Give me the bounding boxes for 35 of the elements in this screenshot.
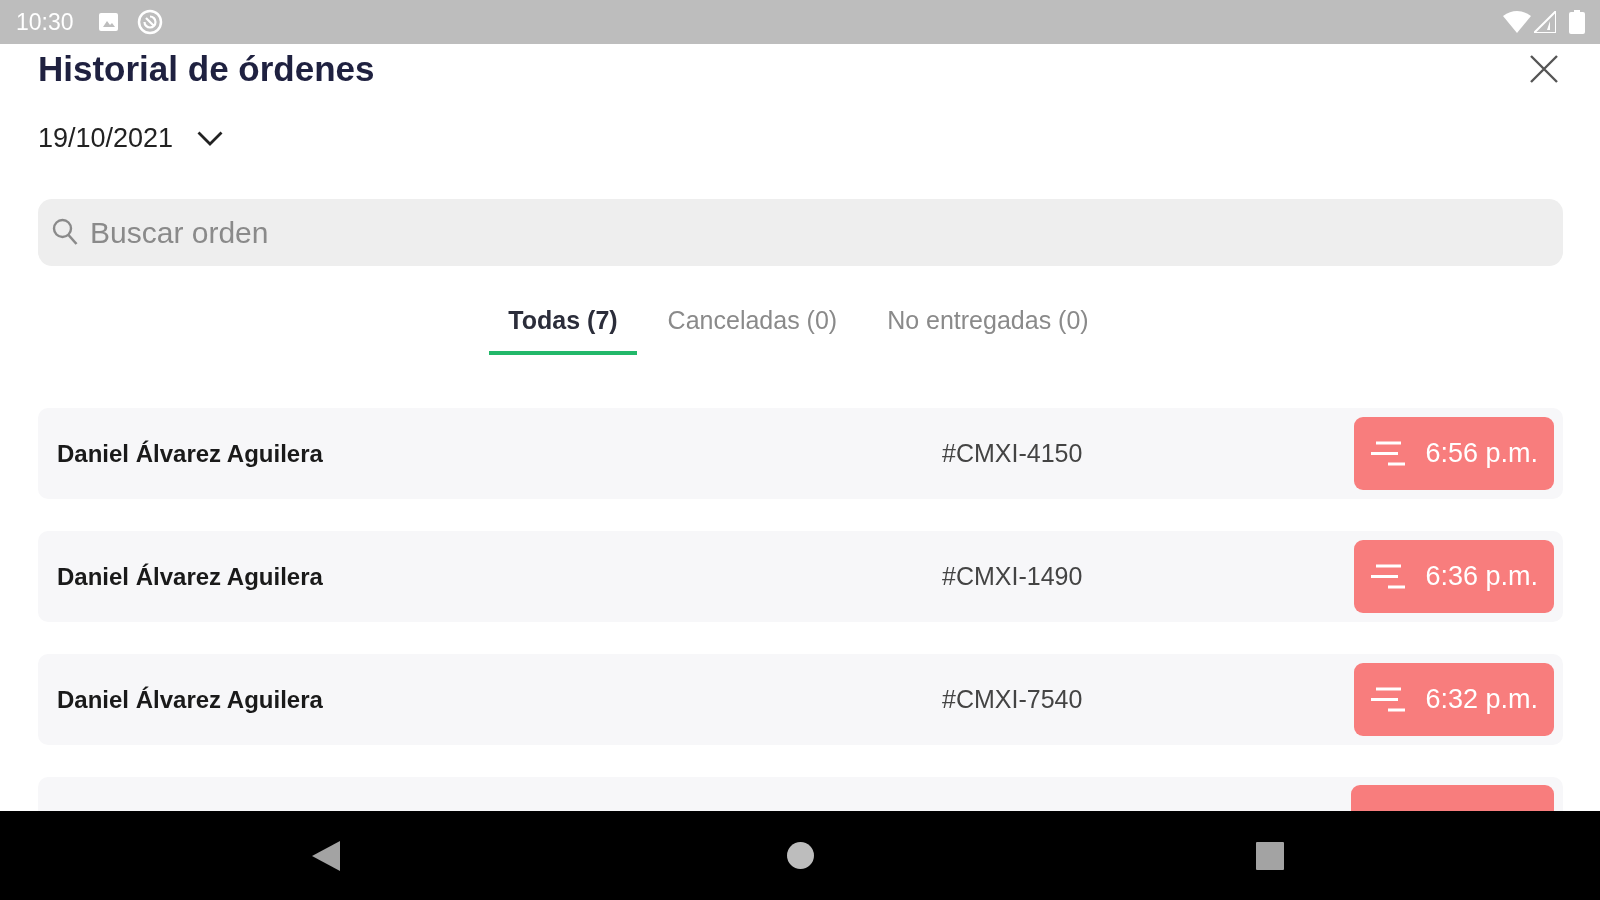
date-dropdown[interactable]: 19/10/2021 [38,123,224,153]
page-title: Historial de órdenes [38,48,375,90]
signal-icon [1534,11,1556,33]
customer-name: Daniel Álvarez Aguilera [57,685,324,714]
chevron-down-icon [197,130,224,146]
order-card[interactable]: Daniel Álvarez Aguilera #CMXI-7540 6:32 p.m. [38,654,1563,745]
battery-icon [1569,10,1585,34]
close-icon [1530,55,1558,83]
home-icon [787,842,814,869]
customer-name: Daniel Álvarez Aguilera [57,439,324,468]
close-button[interactable] [1530,55,1558,83]
picture-icon [98,13,118,31]
order-card[interactable]: Daniel Álvarez Aguilera #CMXI-4150 6:56 p.m. [38,408,1563,499]
back-button[interactable] [312,840,340,871]
order-card[interactable]: Daniel Álvarez Aguilera #CMXI-1490 6:36 p.m. [38,531,1563,622]
wifi-icon [1503,11,1531,33]
search-field[interactable]: Buscar orden [38,199,1563,266]
order-number: #CMXI-4150 [942,439,1084,468]
order-time: 6:32 p.m. [1425,684,1538,715]
order-time: 6:56 p.m. [1425,438,1538,469]
lines-icon [1371,564,1406,589]
back-icon [312,840,340,871]
lines-icon [1371,441,1406,466]
lines-icon [1371,687,1406,712]
customer-name: Daniel Álvarez Aguilera [57,562,324,591]
circle-icon [136,9,163,35]
tab[interactable]: Todas (7) [489,299,637,355]
home-button[interactable] [787,842,814,869]
search-icon [52,218,78,246]
order-time: 6:36 p.m. [1425,561,1538,592]
order-number: #CMXI-1490 [942,562,1084,591]
recents-icon [1256,841,1284,870]
order-number: #CMXI-7540 [942,685,1084,714]
clock-time: 10:30 [16,8,74,36]
recents-button[interactable] [1256,841,1284,870]
